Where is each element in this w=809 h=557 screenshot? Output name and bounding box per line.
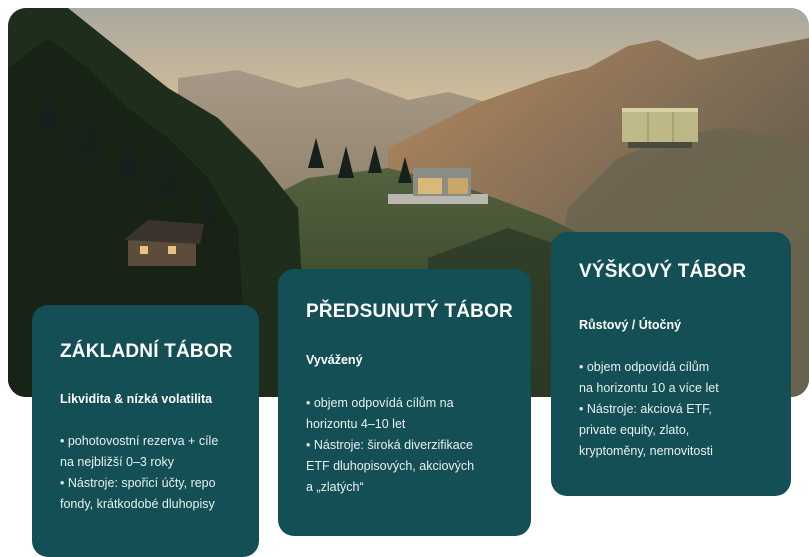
card-title: PŘEDSUNUTÝ TÁBOR bbox=[306, 301, 513, 322]
card-line: • Nástroje: akciová ETF, bbox=[579, 402, 712, 416]
card-line: horizontu 4–10 let bbox=[306, 417, 406, 431]
card-advance-camp: PŘEDSUNUTÝ TÁBOR Vyvážený • objem odpoví… bbox=[278, 269, 531, 536]
card-body: • objem odpovídá cílům na horizontu 10 a… bbox=[579, 357, 719, 462]
card-subtitle: Vyvážený bbox=[306, 353, 363, 367]
glass-cube-camp-icon bbox=[622, 108, 698, 148]
card-subtitle: Likvidita & nízká volatilita bbox=[60, 392, 213, 406]
card-line: • Nástroje: spořicí účty, repo bbox=[60, 476, 216, 490]
card-line: ETF dluhopisových, akciových bbox=[306, 459, 475, 473]
card-line: • Nástroje: široká diverzifikace bbox=[306, 438, 473, 452]
card-line: na nejbližší 0–3 roky bbox=[60, 455, 174, 469]
card-title: VÝŠKOVÝ TÁBOR bbox=[579, 261, 747, 282]
card-body: • pohotovostní rezerva + cíle na nejbliž… bbox=[60, 431, 218, 515]
card-high-camp: VÝŠKOVÝ TÁBOR Růstový / Útočný • objem o… bbox=[551, 232, 791, 496]
card-body: • objem odpovídá cílům na horizontu 4–10… bbox=[306, 393, 474, 498]
card-line: • pohotovostní rezerva + cíle bbox=[60, 434, 219, 448]
card-line: private equity, zlato, bbox=[579, 423, 690, 437]
card-line: • objem odpovídá cílům na bbox=[306, 396, 454, 410]
card-line: fondy, krátkodobé dluhopisy bbox=[60, 497, 215, 511]
card-line: • objem odpovídá cílům bbox=[579, 360, 710, 374]
card-subtitle: Růstový / Útočný bbox=[579, 318, 682, 332]
card-base-camp: ZÁKLADNÍ TÁBOR Likvidita & nízká volatil… bbox=[32, 305, 259, 557]
card-line: na horizontu 10 a více let bbox=[579, 381, 719, 395]
card-line: kryptoměny, nemovitosti bbox=[579, 444, 713, 458]
card-title: ZÁKLADNÍ TÁBOR bbox=[60, 341, 233, 362]
card-line: a „zlatých“ bbox=[306, 480, 364, 494]
